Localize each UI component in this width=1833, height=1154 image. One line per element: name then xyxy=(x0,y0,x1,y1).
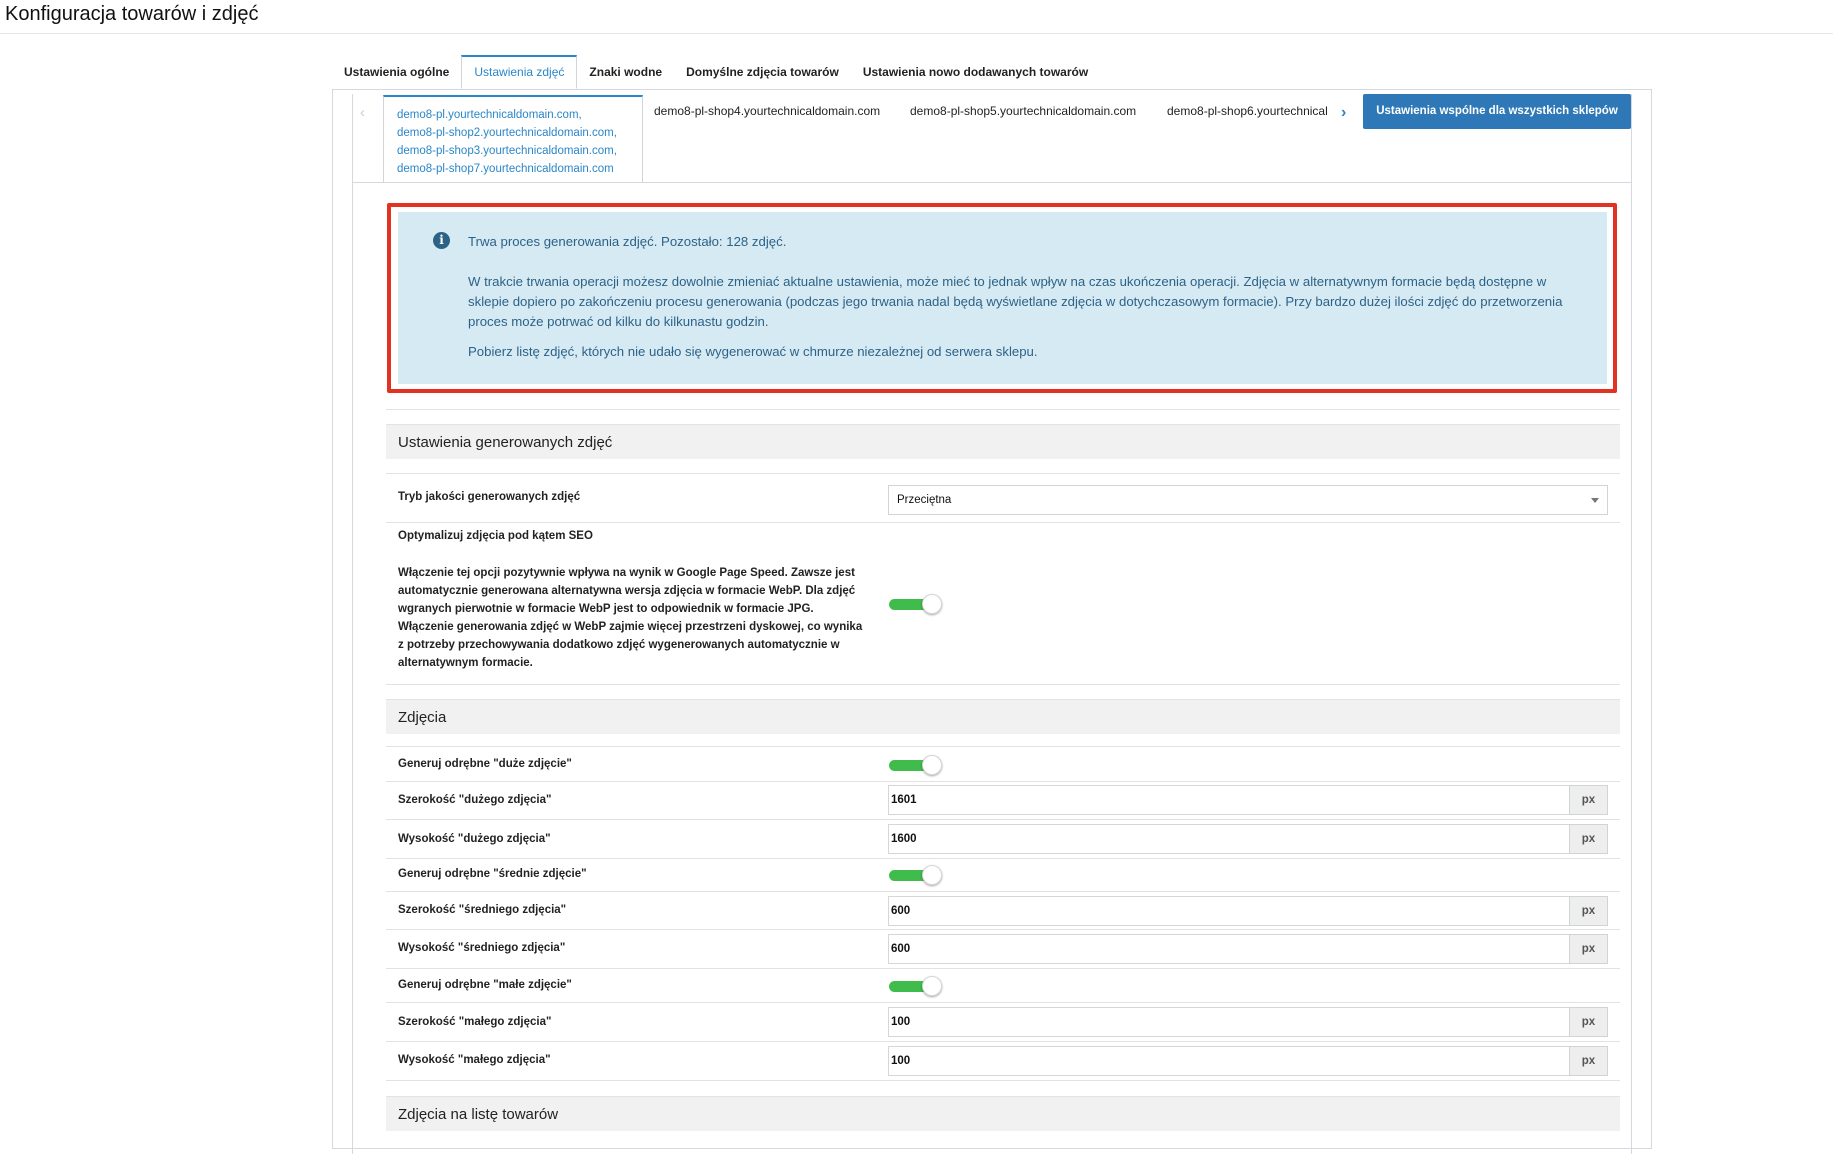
divider xyxy=(386,1041,1620,1042)
shop-tab-shop5[interactable]: demo8-pl-shop5.yourtechnicaldomain.com xyxy=(910,104,1136,118)
large-photo-toggle-label: Generuj odrębne "duże zdjęcie" xyxy=(398,758,572,770)
divider xyxy=(353,182,1631,183)
divider xyxy=(386,1080,1620,1081)
caret-down-icon xyxy=(1591,498,1599,503)
large-photo-toggle[interactable] xyxy=(889,755,942,777)
tab-new-product-settings[interactable]: Ustawienia nowo dodawanych towarów xyxy=(851,55,1100,89)
toggle-knob xyxy=(922,594,942,614)
small-height-label: Wysokość "małego zdjęcia" xyxy=(398,1054,551,1066)
section-header-list-photos: Zdjęcia na listę towarów xyxy=(386,1096,1620,1131)
divider xyxy=(386,409,1620,410)
shop-domain: demo8-pl.yourtechnicaldomain.com, xyxy=(397,109,582,121)
chevron-left-icon[interactable]: ‹ xyxy=(360,104,365,121)
unit-label: px xyxy=(1569,1007,1608,1037)
large-width-label: Szerokość "dużego zdjęcia" xyxy=(398,794,552,806)
shop-domain: demo8-pl-shop2.yourtechnicaldomain.com, xyxy=(397,127,617,139)
divider xyxy=(386,684,1620,685)
divider xyxy=(386,746,1620,747)
seo-label: Optymalizuj zdjęcia pod kątem SEO xyxy=(398,530,593,542)
unit-label: px xyxy=(1569,934,1608,964)
shop-tab-shop4[interactable]: demo8-pl-shop4.yourtechnicaldomain.com xyxy=(654,104,880,118)
medium-height-input[interactable]: 600 xyxy=(888,934,1570,964)
divider xyxy=(386,819,1620,820)
tab-default-product-photos[interactable]: Domyślne zdjęcia towarów xyxy=(674,55,851,89)
divider xyxy=(386,473,1620,474)
large-height-label: Wysokość "dużego zdjęcia" xyxy=(398,833,551,845)
section-header-photos: Zdjęcia xyxy=(386,699,1620,734)
chevron-right-icon[interactable]: › xyxy=(1341,104,1346,122)
large-height-input[interactable]: 1600 xyxy=(888,824,1570,854)
divider xyxy=(386,929,1620,930)
shop-tab-shop6[interactable]: demo8-pl-shop6.yourtechnical xyxy=(1167,104,1328,118)
divider xyxy=(386,968,1620,969)
unit-label: px xyxy=(1569,1046,1608,1076)
info-icon: i xyxy=(433,232,450,249)
shop-tab-active-group[interactable]: demo8-pl.yourtechnicaldomain.com, demo8-… xyxy=(383,95,643,183)
shared-settings-button[interactable]: Ustawienia wspólne dla wszystkich sklepó… xyxy=(1363,94,1631,129)
quality-select-value: Przeciętna xyxy=(897,494,952,506)
shop-domain: demo8-pl-shop3.yourtechnicaldomain.com, xyxy=(397,145,617,157)
medium-width-label: Szerokość "średniego zdjęcia" xyxy=(398,904,567,916)
alert-title: Trwa proces generowania zdjęć. Pozostało… xyxy=(468,234,787,249)
small-height-input[interactable]: 100 xyxy=(888,1046,1570,1076)
section-header-generated-settings: Ustawienia generowanych zdjęć xyxy=(386,424,1620,459)
toggle-knob xyxy=(922,755,942,775)
failed-photos-link[interactable]: Pobierz listę zdjęć, których nie udało s… xyxy=(468,342,1038,362)
shop-domain: demo8-pl-shop7.yourtechnicaldomain.com xyxy=(397,163,614,175)
small-width-input[interactable]: 100 xyxy=(888,1007,1570,1037)
small-photo-toggle-label: Generuj odrębne "małe zdjęcie" xyxy=(398,979,572,991)
medium-photo-toggle-label: Generuj odrębne "średnie zdjęcie" xyxy=(398,868,587,880)
small-width-label: Szerokość "małego zdjęcia" xyxy=(398,1016,552,1028)
medium-width-input[interactable]: 600 xyxy=(888,896,1570,926)
small-photo-toggle[interactable] xyxy=(889,976,942,998)
tab-general-settings[interactable]: Ustawienia ogólne xyxy=(332,55,461,89)
toggle-knob xyxy=(922,976,942,996)
quality-select[interactable]: Przeciętna xyxy=(888,485,1608,515)
quality-label: Tryb jakości generowanych zdjęć xyxy=(398,491,581,503)
main-tabs: Ustawienia ogólne Ustawienia zdjęć Znaki… xyxy=(332,55,1100,90)
large-width-input[interactable]: 1601 xyxy=(888,785,1570,815)
unit-label: px xyxy=(1569,785,1608,815)
medium-photo-toggle[interactable] xyxy=(889,865,942,887)
tab-photo-settings[interactable]: Ustawienia zdjęć xyxy=(461,55,578,89)
page-header: Konfiguracja towarów i zdjęć xyxy=(0,0,1833,34)
medium-height-label: Wysokość "średniego zdjęcia" xyxy=(398,942,566,954)
unit-label: px xyxy=(1569,824,1608,854)
divider xyxy=(386,891,1620,892)
seo-description: Włączenie tej opcji pozytywnie wpływa na… xyxy=(398,567,863,669)
divider xyxy=(386,1002,1620,1003)
unit-label: px xyxy=(1569,896,1608,926)
tab-watermarks[interactable]: Znaki wodne xyxy=(577,55,674,89)
divider xyxy=(386,858,1620,859)
toggle-knob xyxy=(922,865,942,885)
alert-body: W trakcie trwania operacji możesz dowoln… xyxy=(468,274,1563,329)
divider xyxy=(386,781,1620,782)
page-title: Konfiguracja towarów i zdjęć xyxy=(5,3,259,25)
seo-toggle[interactable] xyxy=(889,594,942,616)
divider xyxy=(386,522,1620,523)
